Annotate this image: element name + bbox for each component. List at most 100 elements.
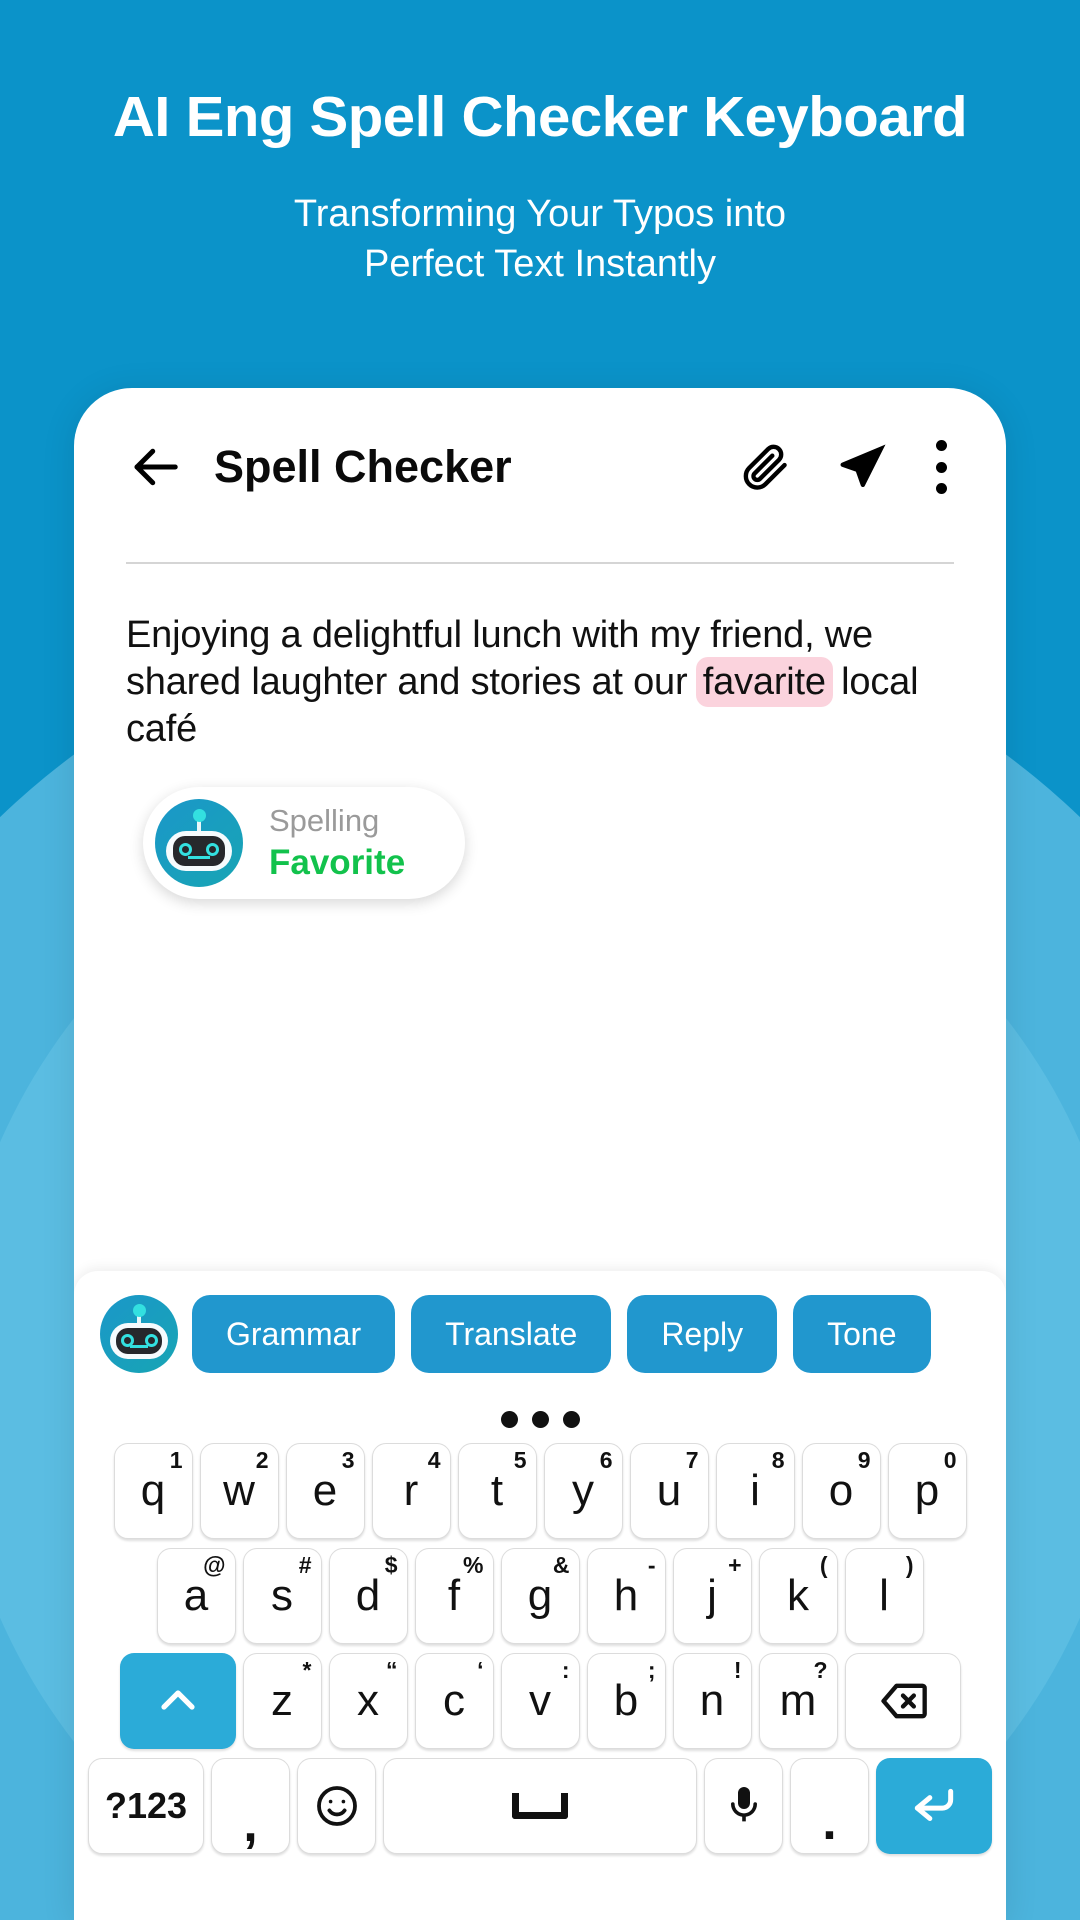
key-letter: u <box>656 1466 682 1515</box>
key-letter: w <box>223 1466 255 1515</box>
key-d[interactable]: $ d <box>328 1548 408 1644</box>
key-superscript: ; <box>647 1657 656 1683</box>
key-x[interactable]: “x <box>328 1653 408 1749</box>
page-subtitle: Transforming Your Typos into Perfect Tex… <box>0 189 1080 289</box>
key-j[interactable]: + j <box>672 1548 752 1644</box>
phone-screen: Spell Checker Enjoying a delightful lunc… <box>74 388 1006 1920</box>
arrow-left-icon[interactable] <box>128 440 182 494</box>
key-superscript: ! <box>733 1657 742 1683</box>
key-f[interactable]: % f <box>414 1548 494 1644</box>
key-w[interactable]: 2w <box>199 1443 279 1539</box>
shift-key[interactable] <box>119 1653 236 1749</box>
key-c[interactable]: ‘c <box>414 1653 494 1749</box>
key-r[interactable]: 4r <box>371 1443 451 1539</box>
microphone-key[interactable] <box>704 1758 783 1854</box>
key-superscript: 6 <box>599 1447 613 1473</box>
key-letter: c <box>443 1676 465 1725</box>
suggestion-texts: Spelling Favorite <box>269 803 405 885</box>
suggestion-word[interactable]: Favorite <box>269 842 405 884</box>
key-y[interactable]: 6y <box>543 1443 623 1539</box>
key-superscript: 4 <box>427 1447 441 1473</box>
key-letter: b <box>613 1676 639 1725</box>
key-letter: l <box>879 1571 889 1620</box>
handle-dot <box>531 1411 549 1428</box>
robot-avatar-icon[interactable] <box>100 1295 178 1373</box>
key-letter: f <box>447 1571 461 1620</box>
toolbar-chip-translate[interactable]: Translate <box>411 1295 612 1373</box>
key-t[interactable]: 5t <box>457 1443 537 1539</box>
antenna-ball <box>192 809 206 822</box>
key-letter: j <box>707 1571 717 1620</box>
message-text[interactable]: Enjoying a delightful lunch with my frie… <box>126 612 954 753</box>
key-superscript: - <box>647 1552 656 1578</box>
period-key[interactable]: . <box>790 1758 869 1854</box>
key-superscript: & <box>552 1552 570 1578</box>
key-u[interactable]: 7u <box>629 1443 709 1539</box>
key-s[interactable]: # s <box>242 1548 322 1644</box>
key-superscript: 0 <box>943 1447 957 1473</box>
symbols-key[interactable]: ?123 <box>88 1758 204 1854</box>
robot-avatar-icon <box>155 799 243 888</box>
key-letter: d <box>355 1571 381 1620</box>
key-b[interactable]: ; b <box>586 1653 666 1749</box>
toolbar-chip-grammar[interactable]: Grammar <box>192 1295 396 1373</box>
key-g[interactable]: & g <box>500 1548 580 1644</box>
key-letter: p <box>914 1466 940 1515</box>
keyboard-row-1: 1q2w3e4r5t6y7u8i9o0p <box>82 1443 998 1539</box>
key-h[interactable]: -h <box>586 1548 666 1644</box>
ai-toolbar: Grammar Translate Reply Tone <box>74 1271 1006 1397</box>
key-letter: o <box>828 1466 854 1515</box>
space-key[interactable] <box>383 1758 697 1854</box>
key-superscript: + <box>728 1552 742 1578</box>
toolbar-chip-reply[interactable]: Reply <box>627 1295 778 1373</box>
key-letter: n <box>699 1676 725 1725</box>
misspelled-word-highlight[interactable]: favarite <box>695 657 833 708</box>
key-superscript: 3 <box>341 1447 355 1473</box>
handle-dot <box>500 1411 518 1428</box>
more-dot <box>935 440 947 451</box>
key-m[interactable]: ? m <box>758 1653 838 1749</box>
send-icon[interactable] <box>836 440 890 494</box>
key-o[interactable]: 9o <box>801 1443 881 1539</box>
key-letter: h <box>613 1571 639 1620</box>
key-letter: x <box>357 1676 379 1725</box>
paperclip-icon[interactable] <box>740 442 790 492</box>
enter-key[interactable] <box>876 1758 992 1854</box>
page-title: AI Eng Spell Checker Keyboard <box>112 85 968 149</box>
key-a[interactable]: @ a <box>156 1548 236 1644</box>
subtitle-line-2: Perfect Text Instantly <box>363 242 717 285</box>
spelling-suggestion-card[interactable]: Spelling Favorite <box>143 787 465 900</box>
more-dot <box>935 483 947 494</box>
key-superscript: 9 <box>857 1447 871 1473</box>
three-dots-handle[interactable] <box>74 1411 1006 1428</box>
emoji-key[interactable] <box>297 1758 376 1854</box>
robot-eye-left <box>178 843 192 857</box>
key-superscript: 2 <box>255 1447 269 1473</box>
robot-mouth <box>129 1344 149 1352</box>
key-n[interactable]: ! n <box>672 1653 752 1749</box>
comma-key[interactable]: , <box>211 1758 290 1854</box>
toolbar-chip-tone[interactable]: Tone <box>793 1295 931 1373</box>
key-v[interactable]: :v <box>500 1653 580 1749</box>
on-screen-keyboard: 1q2w3e4r5t6y7u8i9o0p @ a # s $ d% f & g - h + j(k) l … <box>74 1397 1006 1920</box>
key-q[interactable]: 1q <box>113 1443 193 1539</box>
key-l[interactable]: ) l <box>844 1548 924 1644</box>
antenna-ball <box>132 1303 146 1317</box>
key-i[interactable]: 8i <box>715 1443 795 1539</box>
key-letter: r <box>403 1466 419 1515</box>
key-e[interactable]: 3e <box>285 1443 365 1539</box>
subtitle-line-1: Transforming Your Typos into <box>293 192 787 235</box>
key-z[interactable]: * z <box>242 1653 322 1749</box>
key-letter: z <box>271 1676 293 1725</box>
backspace-key[interactable] <box>844 1653 961 1749</box>
key-letter: a <box>183 1571 209 1620</box>
key-p[interactable]: 0p <box>887 1443 967 1539</box>
key-superscript: 1 <box>169 1447 183 1473</box>
period-glyph: . <box>822 1793 837 1851</box>
key-letter: m <box>779 1676 817 1725</box>
key-superscript: * <box>302 1657 312 1683</box>
key-k[interactable]: (k <box>758 1548 838 1644</box>
key-superscript: % <box>463 1552 484 1578</box>
more-vertical-icon[interactable] <box>934 440 948 494</box>
chat-title: Spell Checker <box>214 441 512 492</box>
